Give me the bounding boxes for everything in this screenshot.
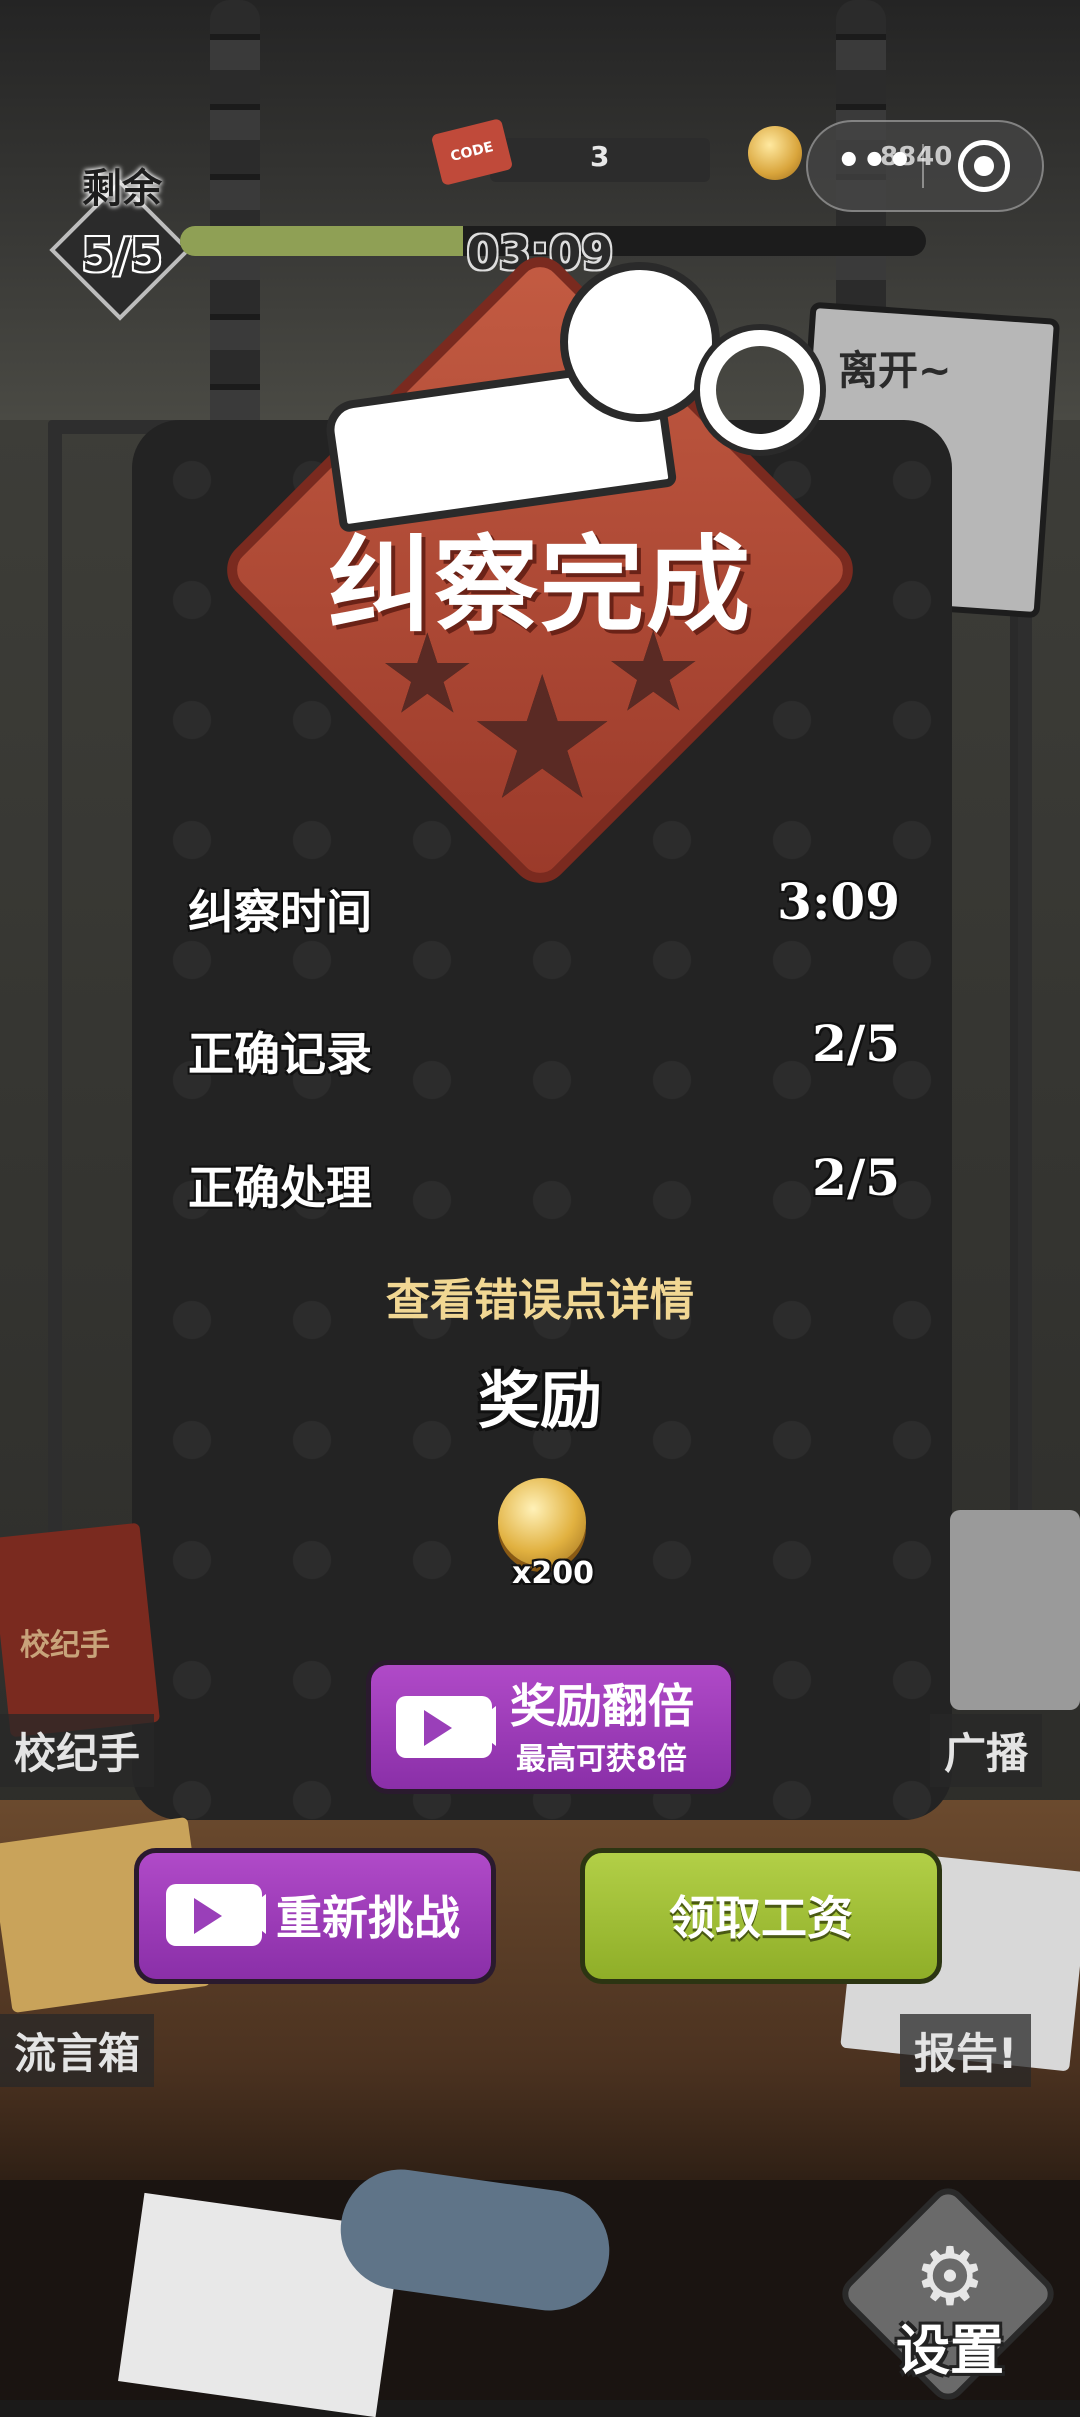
stat-value-record: 2/5 xyxy=(812,1014,900,1073)
video-play-shape xyxy=(194,1898,222,1934)
video-lens-shape xyxy=(470,1706,496,1746)
star-icon-left: ★ xyxy=(378,610,477,738)
view-errors-link[interactable]: 查看错误点详情 xyxy=(300,1264,780,1328)
leave-label: 离开~ xyxy=(838,348,952,394)
chain-left xyxy=(210,0,260,440)
star-icon-middle: ★ xyxy=(466,640,619,838)
stat-value-time: 3:09 xyxy=(777,872,900,931)
star-icon-right: ★ xyxy=(604,608,703,736)
video-lens-shape xyxy=(240,1894,266,1934)
stat-value-handle: 2/5 xyxy=(812,1148,900,1207)
more-menu-icon[interactable]: ••• xyxy=(836,138,913,184)
remaining-label: 剩余 xyxy=(82,166,162,212)
rulebook-label[interactable]: 校纪手 xyxy=(0,1714,155,1787)
report-label[interactable]: 报告! xyxy=(900,2014,1032,2087)
video-play-shape xyxy=(424,1710,452,1746)
inspector-figure-head xyxy=(560,262,720,422)
stat-label-time: 纠察时间 xyxy=(188,885,372,939)
double-reward-sublabel: 最高可获8倍 xyxy=(516,1742,687,1777)
capsule-divider xyxy=(922,144,924,188)
reward-title: 奖励 xyxy=(477,1364,602,1437)
settings-label: 设置 xyxy=(896,2319,1004,2382)
rulebook-cover-text: 校纪手 xyxy=(20,1628,110,1663)
collect-salary-label: 领取工资 xyxy=(669,1891,853,1945)
radio-image xyxy=(950,1510,1080,1710)
result-title: 纠察完成 xyxy=(327,524,752,646)
double-reward-label: 奖励翻倍 xyxy=(510,1679,694,1733)
stat-label-handle: 正确处理 xyxy=(188,1161,372,1215)
close-target-dot xyxy=(974,156,994,176)
magnifier-icon xyxy=(700,330,820,450)
coin-icon xyxy=(748,126,802,180)
broadcast-label[interactable]: 广播 xyxy=(930,1714,1043,1787)
retry-label: 重新挑战 xyxy=(276,1891,460,1945)
code-count: 3 xyxy=(590,140,610,173)
reward-coin-icon xyxy=(498,1478,586,1566)
stat-label-record: 正确记录 xyxy=(188,1027,372,1081)
reward-amount: x200 xyxy=(512,1556,594,1591)
rumor-box-label[interactable]: 流言箱 xyxy=(0,2014,155,2087)
remaining-count: 5/5 xyxy=(81,228,163,282)
time-progress-fill xyxy=(180,226,464,256)
